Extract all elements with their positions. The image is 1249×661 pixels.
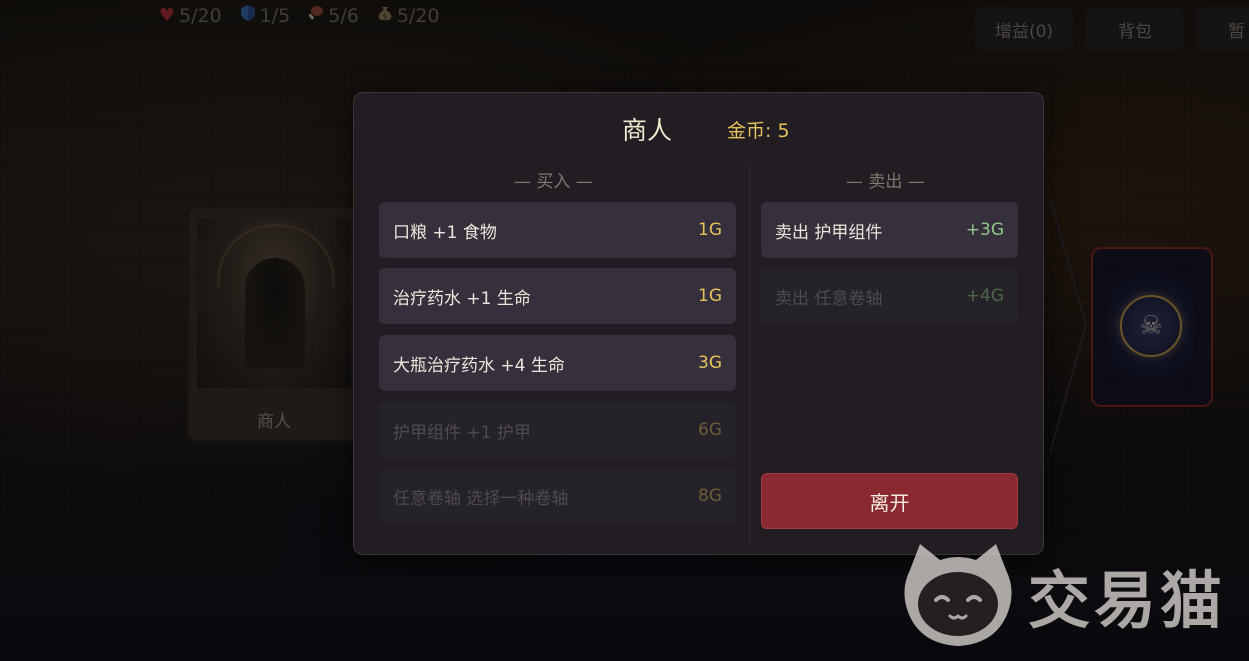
cat-logo-icon	[904, 544, 1012, 646]
watermark: 交易猫	[898, 540, 1226, 650]
buy-item-price: 8G	[698, 486, 722, 506]
sell-item-price: +4G	[965, 286, 1004, 306]
buy-item-price: 1G	[698, 286, 722, 306]
sell-item-any-scroll: 卖出 任意卷轴 +4G	[761, 268, 1018, 324]
sell-item-armor-component[interactable]: 卖出 护甲组件 +3G	[761, 202, 1018, 258]
buy-item-price: 6G	[698, 420, 722, 440]
shop-title: 商人	[622, 116, 673, 145]
buy-item-label: 治疗药水 +1 生命	[393, 288, 531, 309]
column-divider	[749, 163, 750, 543]
sell-item-label: 卖出 任意卷轴	[775, 288, 883, 309]
buy-item-label: 口粮 +1 食物	[393, 222, 497, 243]
gold-counter: 金币: 5	[727, 120, 790, 142]
shop-dialog: 商人 金币: 5 — 买入 — — 卖出 — 口粮 +1 食物 1G 治疗药水 …	[353, 92, 1044, 555]
buy-item-armor-component: 护甲组件 +1 护甲 6G	[379, 402, 736, 458]
buy-item-label: 护甲组件 +1 护甲	[393, 422, 531, 443]
watermark-text: 交易猫	[1028, 564, 1227, 637]
buy-item-price: 1G	[698, 220, 722, 240]
buy-item-healing-potion[interactable]: 治疗药水 +1 生命 1G	[379, 268, 736, 324]
sell-section-header: — 卖出 —	[846, 172, 925, 192]
buy-item-label: 大瓶治疗药水 +4 生命	[393, 355, 565, 376]
sell-item-label: 卖出 护甲组件	[775, 222, 883, 243]
buy-item-label: 任意卷轴 选择一种卷轴	[393, 488, 569, 509]
leave-button[interactable]: 离开	[761, 473, 1018, 529]
buy-item-ration[interactable]: 口粮 +1 食物 1G	[379, 202, 736, 258]
buy-item-price: 3G	[698, 353, 722, 373]
buy-item-large-healing-potion[interactable]: 大瓶治疗药水 +4 生命 3G	[379, 335, 736, 391]
sell-item-price: +3G	[965, 220, 1004, 240]
buy-section-header: — 买入 —	[514, 172, 593, 192]
buy-item-any-scroll: 任意卷轴 选择一种卷轴 8G	[379, 468, 736, 524]
